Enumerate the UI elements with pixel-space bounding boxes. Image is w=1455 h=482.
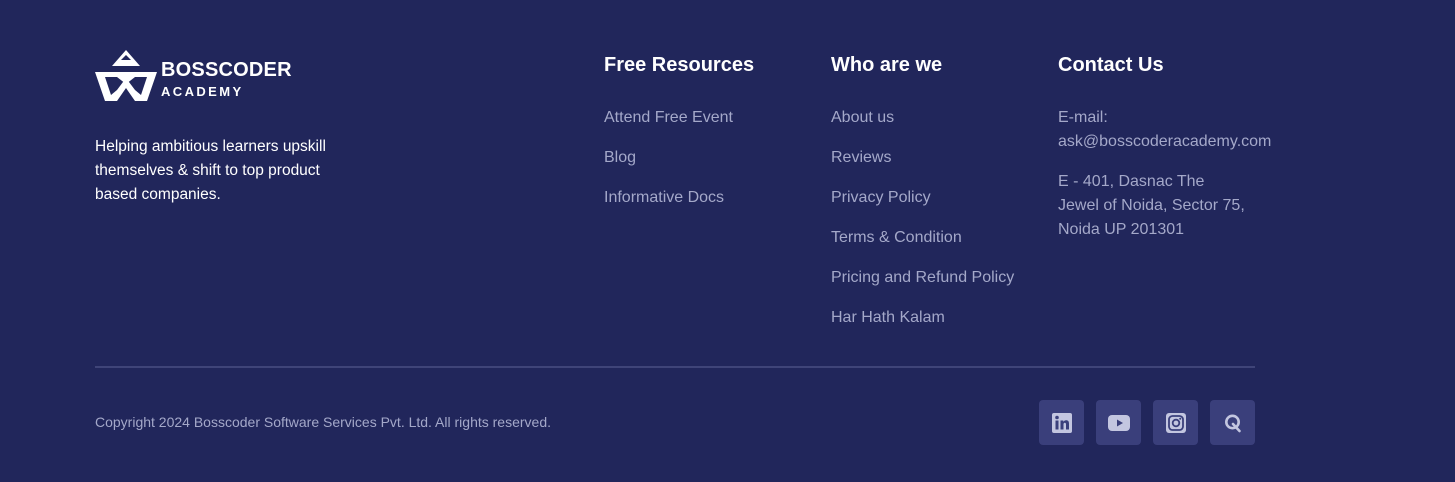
social-links — [1039, 400, 1255, 445]
email-label: E-mail: — [1058, 109, 1108, 126]
contact-address: E - 401, Dasnac The Jewel of Noida, Sect… — [1058, 173, 1245, 238]
logo-text: BOSSCODER ACADEMY — [161, 54, 292, 98]
instagram-icon — [1165, 412, 1186, 433]
logo-link[interactable]: BOSSCODER ACADEMY — [95, 50, 292, 102]
link-informative-docs[interactable]: Informative Docs — [604, 189, 724, 206]
link-privacy-policy[interactable]: Privacy Policy — [831, 189, 931, 206]
site-footer: BOSSCODER ACADEMY Helping ambitious lear… — [0, 0, 1455, 482]
contact-us-heading: Contact Us — [1058, 54, 1164, 76]
quora-button[interactable] — [1210, 400, 1255, 445]
link-blog[interactable]: Blog — [604, 149, 636, 166]
youtube-button[interactable] — [1096, 400, 1141, 445]
brand-tagline: Helping ambitious learners upskill thems… — [95, 138, 326, 203]
link-about-us[interactable]: About us — [831, 109, 894, 126]
free-resources-column: Free Resources Attend Free Event Blog In… — [604, 52, 754, 226]
email-link[interactable]: ask@bosscoderacademy.com — [1058, 133, 1271, 150]
link-reviews[interactable]: Reviews — [831, 149, 891, 166]
link-pricing-refund-policy[interactable]: Pricing and Refund Policy — [831, 269, 1014, 286]
instagram-button[interactable] — [1153, 400, 1198, 445]
contact-us-column: Contact Us E-mail: ask@bosscoderacademy.… — [1058, 52, 1318, 242]
linkedin-icon — [1051, 412, 1072, 433]
quora-icon — [1224, 414, 1241, 432]
link-attend-free-event[interactable]: Attend Free Event — [604, 109, 733, 126]
brand: BOSSCODER ACADEMY — [95, 50, 292, 102]
youtube-icon — [1107, 414, 1130, 431]
who-are-we-heading: Who are we — [831, 54, 943, 76]
brand-name: BOSSCODER — [161, 59, 292, 81]
footer-divider — [95, 366, 1255, 368]
bosscoder-logo-icon — [95, 50, 157, 101]
link-har-hath-kalam[interactable]: Har Hath Kalam — [831, 309, 945, 326]
brand-sub: ACADEMY — [161, 84, 244, 99]
who-are-we-column: Who are we About us Reviews Privacy Poli… — [831, 52, 1014, 346]
free-resources-heading: Free Resources — [604, 54, 755, 76]
link-terms-condition[interactable]: Terms & Condition — [831, 229, 962, 246]
free-resources-list: Attend Free Event Blog Informative Docs — [604, 106, 754, 226]
who-are-we-list: About us Reviews Privacy Policy Terms & … — [831, 106, 1014, 346]
contact-email-block: E-mail: ask@bosscoderacademy.com — [1058, 106, 1318, 154]
copyright-text: Copyright 2024 Bosscoder Software Servic… — [95, 414, 551, 430]
linkedin-button[interactable] — [1039, 400, 1084, 445]
